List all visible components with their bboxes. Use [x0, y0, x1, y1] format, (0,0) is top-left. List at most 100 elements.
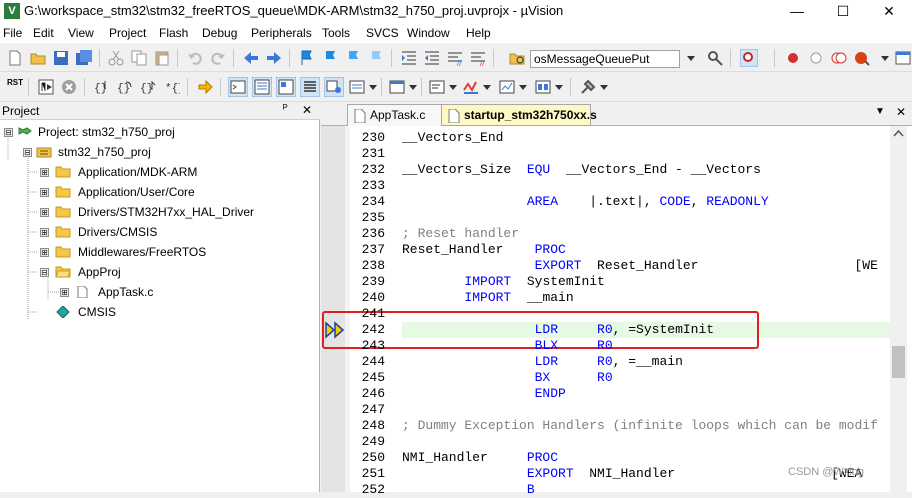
code-line[interactable]: 249	[321, 434, 891, 450]
tab-apptask[interactable]: AppTask.c	[347, 104, 452, 126]
menu-tools[interactable]: Tools	[322, 26, 350, 40]
toolbox-icon[interactable]	[579, 78, 597, 96]
incremental-find-icon[interactable]	[740, 49, 758, 67]
tree-expander[interactable]: ⊞	[60, 288, 69, 297]
tree-expander[interactable]: ⊞	[40, 188, 49, 197]
disassembly-window-icon[interactable]	[252, 77, 272, 97]
search-icon[interactable]	[706, 49, 724, 67]
editor-vertical-scrollbar[interactable]	[890, 126, 907, 492]
tree-expander[interactable]: ⊞	[40, 208, 49, 217]
watch-window-icon[interactable]	[348, 78, 366, 96]
new-file-icon[interactable]	[6, 49, 24, 67]
code-line[interactable]: 242 LDR R0, =SystemInit	[321, 322, 891, 338]
step-over-icon[interactable]: {}	[116, 78, 134, 96]
step-out-icon[interactable]: {}	[139, 78, 157, 96]
code-editor[interactable]: 230 __Vectors_End 231 232 __Vectors_Size EQU…	[321, 126, 912, 497]
code-line[interactable]: 235	[321, 210, 891, 226]
code-line[interactable]: 233	[321, 178, 891, 194]
bookmark-icon[interactable]	[298, 49, 316, 67]
tab-list-dropdown-icon[interactable]: ▼	[875, 106, 885, 117]
find-in-files-icon[interactable]	[508, 49, 526, 67]
tree-item-folder[interactable]: ⊞ Middlewares/FreeRTOS	[0, 242, 320, 262]
reset-cpu-icon[interactable]: RST	[6, 78, 24, 96]
tree-item-folder[interactable]: ⊞ Drivers/CMSIS	[0, 222, 320, 242]
prev-bookmark-icon[interactable]	[321, 49, 339, 67]
tree-expander[interactable]: ⊞	[40, 248, 49, 257]
paste-icon[interactable]	[153, 49, 171, 67]
cut-icon[interactable]	[107, 49, 125, 67]
unindent-icon[interactable]	[423, 49, 441, 67]
code-line[interactable]: 247	[321, 402, 891, 418]
panel-close-icon[interactable]: ✕	[302, 103, 312, 117]
combo-dropdown-icon[interactable]	[682, 49, 700, 67]
scrollbar-thumb[interactable]	[892, 346, 905, 378]
trace-window-icon[interactable]	[498, 78, 516, 96]
code-line[interactable]: 245 BX R0	[321, 370, 891, 386]
minimize-button[interactable]: —	[774, 0, 820, 24]
code-line[interactable]: 243 BLX R0	[321, 338, 891, 354]
run-icon[interactable]	[37, 78, 55, 96]
find-combo[interactable]: osMessageQueuePut	[530, 50, 680, 68]
maximize-button[interactable]: ☐	[820, 0, 866, 24]
nav-back-icon[interactable]	[242, 49, 260, 67]
system-viewer-dropdown-icon[interactable]	[554, 78, 564, 96]
menu-window[interactable]: Window	[407, 26, 450, 40]
menu-view[interactable]: View	[68, 26, 94, 40]
tree-expander[interactable]: ⊟	[23, 148, 32, 157]
tree-item-file[interactable]: ⊞ AppTask.c	[0, 282, 320, 302]
menu-project[interactable]: Project	[109, 26, 146, 40]
menu-file[interactable]: File	[3, 26, 22, 40]
stop-icon[interactable]	[60, 78, 78, 96]
indent-icon[interactable]	[400, 49, 418, 67]
code-line[interactable]: 241	[321, 306, 891, 322]
disable-breakpoints-icon[interactable]	[830, 49, 848, 67]
tree-item-folder[interactable]: ⊞ Drivers/STM32H7xx_HAL_Driver	[0, 202, 320, 222]
code-line[interactable]: 231	[321, 146, 891, 162]
menu-help[interactable]: Help	[466, 26, 491, 40]
scroll-up-icon[interactable]	[893, 129, 904, 137]
symbols-window-icon[interactable]	[276, 77, 296, 97]
code-line[interactable]: 230 __Vectors_End	[321, 130, 891, 146]
tree-item-folder[interactable]: ⊞ Application/User/Core	[0, 182, 320, 202]
tree-item-folder[interactable]: ⊞ Application/MDK-ARM	[0, 162, 320, 182]
save-icon[interactable]	[52, 49, 70, 67]
tab-close-icon[interactable]: ✕	[896, 105, 906, 119]
menu-flash[interactable]: Flash	[159, 26, 188, 40]
serial-dropdown-icon[interactable]	[448, 78, 458, 96]
enable-breakpoint-icon[interactable]	[807, 49, 825, 67]
code-line[interactable]: 232 __Vectors_Size EQU __Vectors_End - __…	[321, 162, 891, 178]
tree-expander[interactable]: ⊟	[40, 268, 49, 277]
undo-icon[interactable]	[186, 49, 204, 67]
command-window-icon[interactable]	[228, 77, 248, 97]
code-line[interactable]: 237 Reset_Handler PROC	[321, 242, 891, 258]
watch-dropdown-icon[interactable]	[368, 78, 378, 96]
analysis-window-icon[interactable]	[462, 78, 480, 96]
close-button[interactable]: ✕	[866, 0, 912, 24]
tree-item-folder[interactable]: ⊟ AppProj	[0, 262, 320, 282]
tree-expander[interactable]: ⊞	[40, 168, 49, 177]
code-line[interactable]: 248 ; Dummy Exception Handlers (infinite …	[321, 418, 891, 434]
code-line[interactable]: 240 IMPORT __main	[321, 290, 891, 306]
menu-peripherals[interactable]: Peripherals	[251, 26, 312, 40]
pin-icon[interactable]: ᴾ	[283, 103, 288, 115]
code-line[interactable]: 239 IMPORT SystemInit	[321, 274, 891, 290]
save-all-icon[interactable]	[75, 49, 93, 67]
copy-icon[interactable]	[130, 49, 148, 67]
tree-item-project[interactable]: ⊟ Project: stm32_h750_proj	[0, 122, 320, 142]
tree-item-target[interactable]: ⊟ stm32_h750_proj	[0, 142, 320, 162]
show-next-statement-icon[interactable]	[196, 78, 214, 96]
insert-breakpoint-icon[interactable]	[784, 49, 802, 67]
code-line[interactable]: 252 B	[321, 482, 891, 498]
toolbox-dropdown-icon[interactable]	[599, 78, 609, 96]
menu-edit[interactable]: Edit	[33, 26, 54, 40]
code-line[interactable]: 238 EXPORT Reset_Handler [WE	[321, 258, 891, 274]
menu-debug[interactable]: Debug	[202, 26, 237, 40]
code-line[interactable]: 236 ; Reset handler	[321, 226, 891, 242]
system-viewer-icon[interactable]	[534, 78, 552, 96]
trace-dropdown-icon[interactable]	[518, 78, 528, 96]
code-line[interactable]: 250 NMI_Handler PROC	[321, 450, 891, 466]
memory-dropdown-icon[interactable]	[408, 78, 418, 96]
nav-forward-icon[interactable]	[265, 49, 283, 67]
registers-window-icon[interactable]	[300, 77, 320, 97]
memory-window-icon[interactable]	[388, 78, 406, 96]
